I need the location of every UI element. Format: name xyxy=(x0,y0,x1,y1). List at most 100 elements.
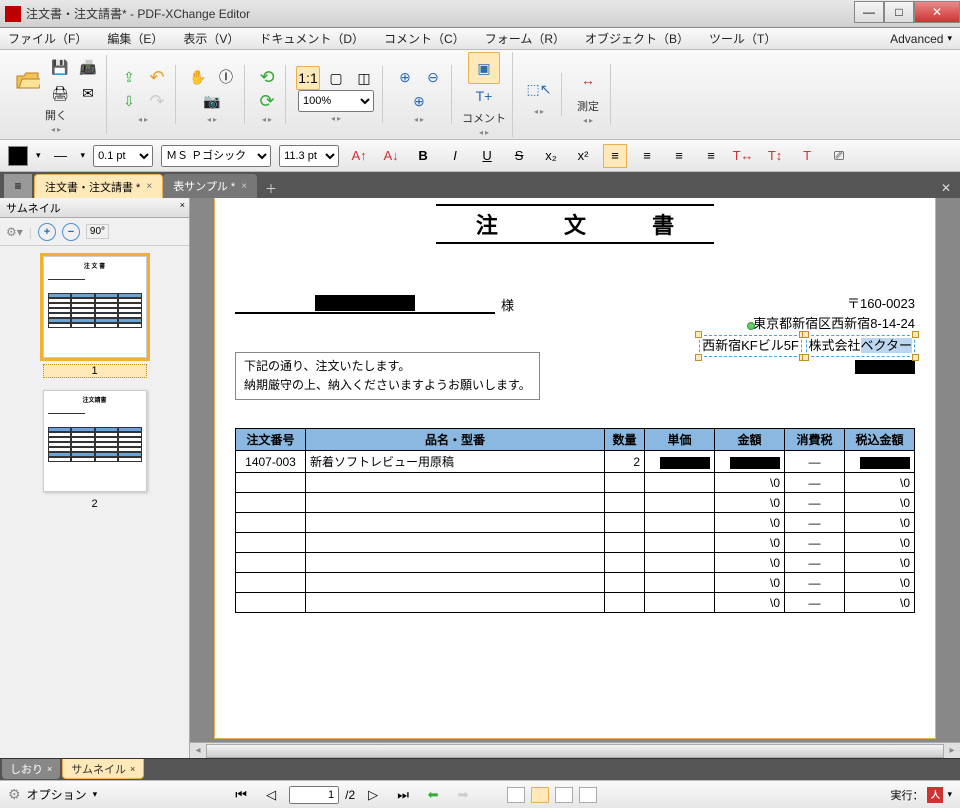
clear-format[interactable]: ⎚ xyxy=(827,144,851,168)
last-page-button[interactable]: ⏭ xyxy=(391,783,415,807)
nav-back[interactable]: ⬅ xyxy=(421,783,445,807)
panel-close-icon[interactable]: × xyxy=(180,200,185,210)
next-page-button[interactable]: ▷ xyxy=(361,783,385,807)
font-select[interactable]: ＭＳ Ｐゴシック xyxy=(161,145,271,167)
align-right[interactable]: ≡ xyxy=(667,144,691,168)
italic-button[interactable]: I xyxy=(443,144,467,168)
subscript-button[interactable]: x₂ xyxy=(539,144,563,168)
workspace: サムネイル × ⚙▾ | + − 90° 注 文 書 xyxy=(0,198,960,758)
snapshot-tool[interactable]: 📷 xyxy=(200,89,224,113)
horizontal-scrollbar[interactable]: ◂▸ xyxy=(190,742,960,758)
text-scale-v[interactable]: T↕ xyxy=(763,144,787,168)
editing-text-box[interactable]: 西新宿KFビル5F xyxy=(699,335,802,357)
menu-edit[interactable]: 編集（E） xyxy=(107,30,163,47)
email-button[interactable]: ✉ xyxy=(76,81,100,105)
selected-text[interactable]: ベクター xyxy=(861,338,912,353)
shrink-font[interactable]: A↓ xyxy=(379,144,403,168)
layout-continuous[interactable] xyxy=(531,787,549,803)
document-scroll[interactable]: 注 文 書 様 〒160-0023 東京都新宿区西新宿8-14-24 西新宿KF… xyxy=(190,198,960,742)
object-select[interactable]: ⬚↖ xyxy=(523,73,555,105)
minimize-button[interactable]: — xyxy=(854,1,884,23)
scan-button[interactable]: 📠 xyxy=(76,55,100,79)
gear-icon[interactable]: ⚙ xyxy=(8,786,21,803)
maximize-button[interactable]: □ xyxy=(884,1,914,23)
fit-width-button[interactable]: ◫ xyxy=(352,66,376,90)
text-options[interactable]: T xyxy=(795,144,819,168)
bottom-tab-bookmarks[interactable]: しおり× xyxy=(2,759,60,779)
fill-color[interactable] xyxy=(8,146,28,166)
redo-button[interactable]: ↷ xyxy=(145,89,169,113)
menu-view[interactable]: 表示（V） xyxy=(183,30,239,47)
align-justify[interactable]: ≡ xyxy=(699,144,723,168)
first-page-button[interactable]: ⏮ xyxy=(229,783,253,807)
tab-close-all[interactable]: ✕ xyxy=(936,178,956,198)
menu-advanced[interactable]: Advanced xyxy=(890,32,943,46)
thumb-rotate[interactable]: 90° xyxy=(86,224,109,239)
line-width-select[interactable]: 0.1 pt xyxy=(93,145,153,167)
pdf-icon[interactable]: 人 xyxy=(927,787,943,803)
tab-inactive[interactable]: 表サンプル * × xyxy=(163,174,257,198)
underline-button[interactable]: U xyxy=(475,144,499,168)
add-text-button[interactable]: T+ xyxy=(472,84,496,108)
open-button[interactable] xyxy=(12,64,44,96)
layout-facing-cont[interactable] xyxy=(579,787,597,803)
actual-size-button[interactable]: 1:1 xyxy=(296,66,320,90)
options-label[interactable]: オプション xyxy=(27,786,87,803)
font-size-select[interactable]: 11.3 pt xyxy=(279,145,339,167)
prev-page-button[interactable]: ◁ xyxy=(259,783,283,807)
export-button[interactable]: ⇪ xyxy=(117,65,141,89)
table-row: \0—\0 xyxy=(236,513,915,533)
import-button[interactable]: ⇩ xyxy=(117,89,141,113)
chevron-down-icon[interactable]: ▾ xyxy=(947,33,952,44)
hand-tool[interactable]: ✋ xyxy=(186,65,210,89)
page-number-input[interactable] xyxy=(289,786,339,804)
save-button[interactable]: 💾 xyxy=(48,55,72,79)
print-button[interactable]: 🖨 xyxy=(48,81,72,105)
menu-comment[interactable]: コメント（C） xyxy=(384,30,465,47)
menu-tool[interactable]: ツール（T） xyxy=(709,30,776,47)
zoom-select[interactable]: 100% xyxy=(298,90,374,112)
tab-handle[interactable]: ≡ xyxy=(4,174,32,198)
superscript-button[interactable]: x² xyxy=(571,144,595,168)
grow-font[interactable]: A↑ xyxy=(347,144,371,168)
line-style[interactable]: — xyxy=(49,144,73,168)
menu-object[interactable]: オブジェクト（B） xyxy=(585,30,689,47)
rotate-cw-button[interactable]: ⟳ xyxy=(255,89,279,113)
thumb-zoom-in[interactable]: + xyxy=(38,223,56,241)
comment-tool[interactable]: ▣ xyxy=(468,52,500,84)
nav-fwd[interactable]: ➡ xyxy=(451,783,475,807)
menu-file[interactable]: ファイル（F） xyxy=(8,30,87,47)
measure-tool[interactable]: ↔ xyxy=(572,64,604,96)
table-cell: \0 xyxy=(845,493,915,513)
page-1[interactable]: 注 文 書 様 〒160-0023 東京都新宿区西新宿8-14-24 西新宿KF… xyxy=(215,198,935,738)
bold-button[interactable]: B xyxy=(411,144,435,168)
thumb-zoom-out[interactable]: − xyxy=(62,223,80,241)
tab-close-icon[interactable]: × xyxy=(146,181,152,192)
zoom-in-button[interactable]: ⊕ xyxy=(393,65,417,89)
menu-document[interactable]: ドキュメント（D） xyxy=(259,30,364,47)
undo-button[interactable]: ↶ xyxy=(145,65,169,89)
gear-icon[interactable]: ⚙▾ xyxy=(6,225,23,239)
thumbnail-1[interactable]: 注 文 書 1 xyxy=(43,256,147,378)
tab-new-button[interactable]: ＋ xyxy=(261,178,281,198)
rotate-ccw-button[interactable]: ⟲ xyxy=(255,65,279,89)
tab-active[interactable]: 注文書・注文請書 * × xyxy=(34,174,163,198)
editing-text-box-2[interactable]: 株式会社ベクター xyxy=(806,335,916,357)
layout-single[interactable] xyxy=(507,787,525,803)
table-cell xyxy=(605,593,645,613)
bottom-tab-thumbnails[interactable]: サムネイル× xyxy=(62,759,144,779)
zoom-marquee-button[interactable]: ⊕ xyxy=(407,89,431,113)
layout-facing[interactable] xyxy=(555,787,573,803)
fit-page-button[interactable]: ▢ xyxy=(324,66,348,90)
close-button[interactable]: ✕ xyxy=(914,1,960,23)
thumbnail-2[interactable]: 注文請書 2 xyxy=(43,390,147,510)
strike-button[interactable]: S xyxy=(507,144,531,168)
select-tool[interactable]: Ⓘ xyxy=(214,65,238,89)
menu-form[interactable]: フォーム（R） xyxy=(485,30,565,47)
align-center[interactable]: ≡ xyxy=(635,144,659,168)
table-cell: — xyxy=(785,451,845,473)
zoom-out-button[interactable]: ⊖ xyxy=(421,65,445,89)
tab-close-icon[interactable]: × xyxy=(241,181,247,192)
text-scale-h[interactable]: T↔ xyxy=(731,144,755,168)
align-left[interactable]: ≡ xyxy=(603,144,627,168)
